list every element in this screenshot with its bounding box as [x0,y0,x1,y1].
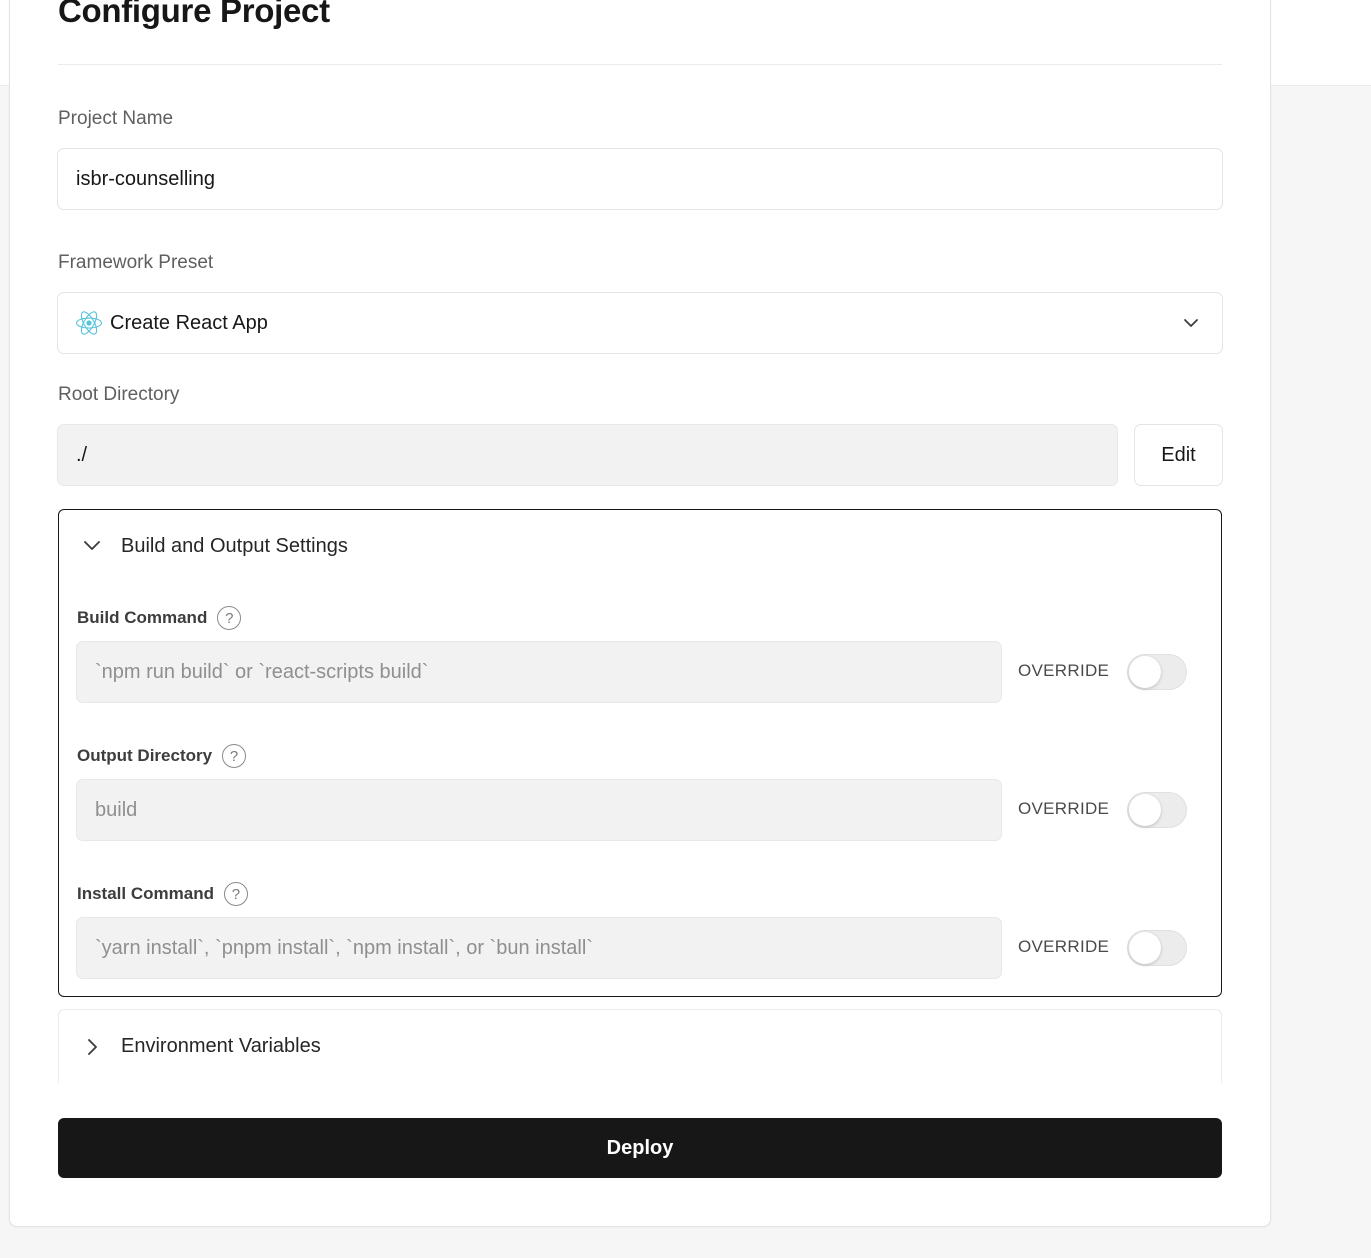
framework-preset-label: Framework Preset [58,252,214,273]
install-command-override-label: OVERRIDE [1018,937,1110,956]
page-title: Configure Project [58,0,330,29]
install-command-input[interactable]: `yarn install`, `pnpm install`, `npm ins… [76,917,1002,979]
build-output-settings-title: Build and Output Settings [121,534,348,557]
environment-variables-title: Environment Variables [121,1035,321,1057]
install-command-override-toggle[interactable] [1127,930,1187,966]
build-output-settings-header[interactable]: Build and Output Settings [59,510,1221,582]
build-command-label-row: Build Command ? [77,606,242,630]
build-output-settings-panel: Build and Output Settings Build Command … [58,509,1222,997]
deploy-button[interactable]: Deploy [58,1118,1222,1178]
build-command-label: Build Command [77,608,208,627]
title-divider [58,64,1222,65]
install-command-placeholder: `yarn install`, `pnpm install`, `npm ins… [95,936,593,959]
install-command-label: Install Command [77,884,214,903]
toggle-knob [1129,932,1161,964]
output-directory-override-label: OVERRIDE [1018,799,1110,818]
project-name-input[interactable]: isbr-counselling [57,148,1223,210]
edit-root-directory-button[interactable]: Edit [1134,424,1223,486]
chevron-down-icon [84,541,100,550]
help-icon[interactable]: ? [217,606,242,630]
build-command-input[interactable]: `npm run build` or `react-scripts build` [76,641,1002,703]
framework-preset-select[interactable]: Create React App [57,292,1223,354]
chevron-down-icon [1184,319,1198,327]
help-icon[interactable]: ? [223,882,248,906]
toggle-knob [1129,656,1161,688]
chevron-right-icon [88,1038,97,1055]
root-directory-input: ./ [57,424,1118,486]
environment-variables-header[interactable]: Environment Variables [58,1009,1222,1083]
output-directory-label-row: Output Directory ? [77,744,247,768]
output-directory-placeholder: build [95,798,138,821]
build-command-override-label: OVERRIDE [1018,661,1110,680]
framework-preset-value: Create React App [110,311,268,334]
build-command-override-toggle[interactable] [1127,654,1187,690]
build-command-placeholder: `npm run build` or `react-scripts build` [95,660,429,683]
output-directory-input[interactable]: build [76,779,1002,841]
toggle-knob [1129,794,1161,826]
project-name-label: Project Name [58,108,174,129]
output-directory-label: Output Directory [77,746,213,765]
install-command-label-row: Install Command ? [77,882,248,906]
output-directory-override-toggle[interactable] [1127,792,1187,828]
root-directory-label: Root Directory [58,384,180,405]
project-name-value: isbr-counselling [76,167,215,190]
help-icon[interactable]: ? [222,744,247,768]
root-directory-value: ./ [76,443,88,466]
react-icon [75,311,103,335]
